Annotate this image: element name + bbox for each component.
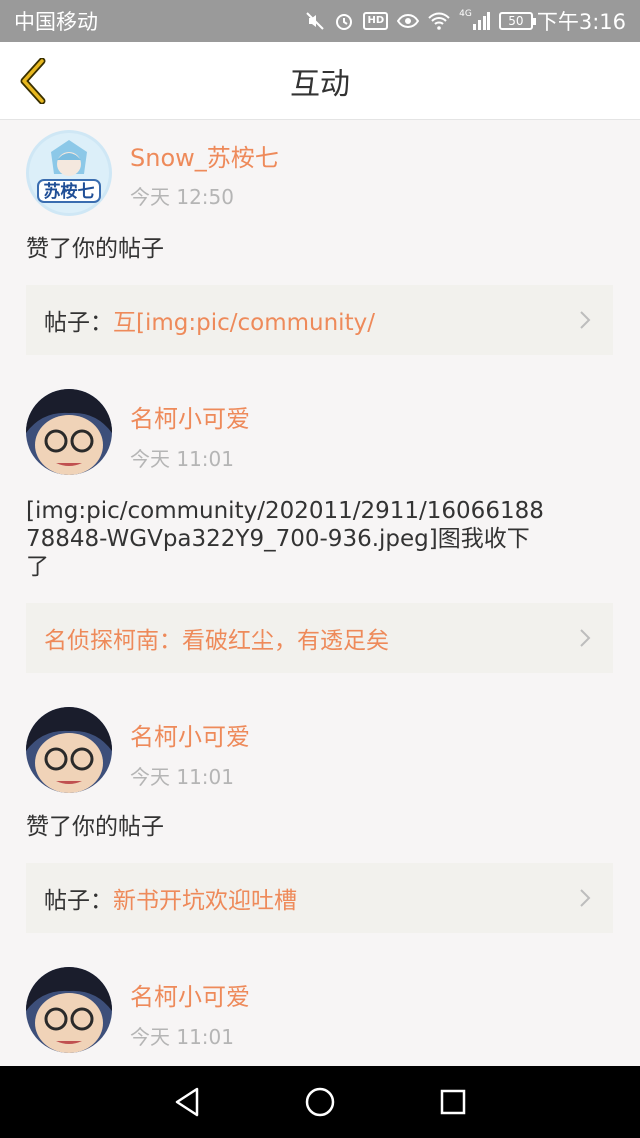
post-title: 新书开坑欢迎吐槽 [113,888,297,914]
action-text: [img:pic/community/202011/2911/160661887… [26,498,544,580]
post-title: 互[img:pic/community/ [113,310,375,336]
chevron-left-icon [20,58,46,104]
user-name[interactable]: 名柯小可爱 [130,977,250,1012]
battery-icon: 50 [498,12,536,30]
back-triangle-icon [175,1087,198,1117]
action-text: 赞了你的帖子 [26,236,164,262]
post-time: 今天 11:01 [130,447,234,471]
avatar[interactable] [26,967,112,1053]
post-title: 名侦探柯南：看破红尘，有透足矣 [44,628,389,654]
chevron-right-icon [580,629,591,647]
wifi-icon [428,12,450,30]
nav-recents-button[interactable] [428,1077,478,1127]
avatar[interactable] [26,707,112,793]
post-time: 今天 11:01 [130,1025,234,1049]
alarm-icon [334,11,354,31]
post-prefix: 帖子： [44,310,113,336]
home-circle-icon [305,1087,335,1117]
page-title: 互动 [290,66,350,102]
post-link-card[interactable]: 名侦探柯南：看破红尘，有透足矣 [26,603,613,673]
status-bar: 中国移动 HD 4G 50 下午3:16 [0,0,640,42]
eye-icon [397,13,420,29]
user-name[interactable]: 名柯小可爱 [130,717,250,752]
carrier-name: 中国移动 [14,10,98,34]
status-time: 下午3:16 [536,10,626,34]
post-time: 今天 12:50 [130,185,234,209]
system-nav-bar [0,1066,640,1138]
user-name[interactable]: Snow_苏桉七 [130,138,279,173]
post-link-card[interactable]: 帖子： 互[img:pic/community/ [26,285,613,355]
nav-back-button[interactable] [162,1077,212,1127]
back-button[interactable] [14,56,54,106]
signal-icon: 4G [459,9,490,30]
post-time: 今天 11:01 [130,765,234,789]
avatar[interactable] [26,389,112,475]
action-text: 赞了你的帖子 [26,814,164,840]
hd-icon: HD [363,12,389,30]
avatar[interactable]: 苏桉七 [26,130,112,216]
chevron-right-icon [580,311,591,329]
user-name[interactable]: 名柯小可爱 [130,399,250,434]
recents-square-icon [441,1089,466,1115]
battery-level: 50 [508,14,524,28]
mute-icon [305,11,325,31]
title-bar: 互动 [0,42,640,120]
status-icons: HD 4G 50 [305,9,536,31]
chevron-right-icon [580,889,591,907]
avatar-text: 苏桉七 [44,181,95,202]
interaction-list: 苏桉七 Snow_苏桉七 今天 12:50 赞了你的帖子 帖子： 互[img:p… [0,121,640,1066]
post-prefix: 帖子： [44,888,113,914]
network-type: 4G [459,9,472,19]
nav-home-button[interactable] [295,1077,345,1127]
post-link-card[interactable]: 帖子： 新书开坑欢迎吐槽 [26,863,613,933]
